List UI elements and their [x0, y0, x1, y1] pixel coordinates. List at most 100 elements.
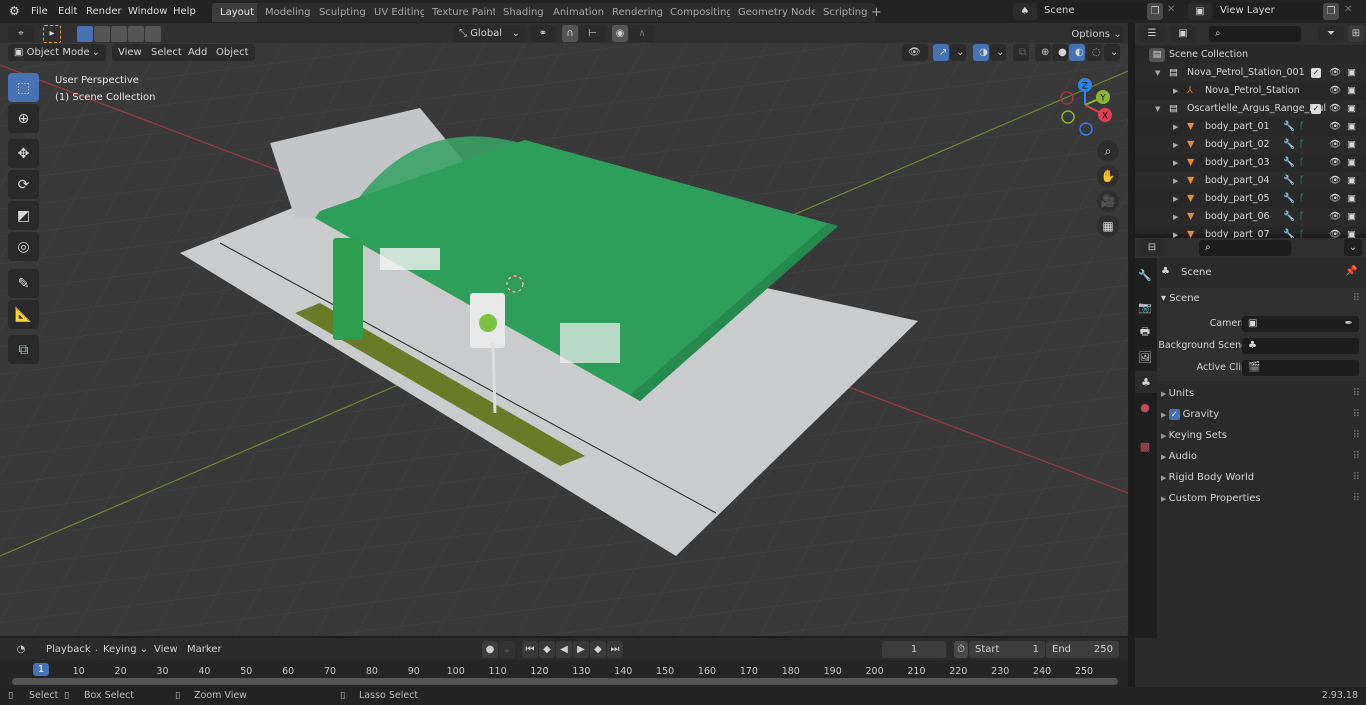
modifier-wrench-icon[interactable]: 🔧 — [1283, 208, 1295, 226]
tab-texture-paint[interactable]: Texture Paint — [424, 3, 505, 22]
tab-texture[interactable]: ▩ — [1135, 435, 1155, 457]
new-scene-icon[interactable]: ❐ — [1147, 3, 1163, 20]
menu-object[interactable]: Object — [210, 44, 255, 61]
eye-icon[interactable]: 👁 — [1329, 82, 1341, 100]
editor-type-icon[interactable]: ⌖ — [8, 25, 34, 42]
outliner-row[interactable]: ▶ ▼ body_part_04 🔧 ᚴ 👁 ▣ — [1135, 172, 1366, 190]
mode-dropdown[interactable]: ▣ Object Mode ⌄ — [8, 44, 106, 61]
overlays-dropdown[interactable]: ⌄ — [990, 44, 1006, 61]
camera-render-icon[interactable]: ▣ — [1347, 172, 1356, 190]
camera-render-icon[interactable]: ▣ — [1347, 82, 1356, 100]
tab-modeling[interactable]: Modeling — [257, 3, 319, 22]
jump-end-icon[interactable]: ⏭ — [607, 641, 623, 658]
camera-render-icon[interactable]: ▣ — [1347, 118, 1356, 136]
properties-editor-type-icon[interactable]: ⊟ — [1139, 239, 1165, 256]
eye-icon[interactable]: 👁 — [1329, 100, 1341, 118]
vertex-group-icon[interactable]: ᚴ — [1299, 136, 1305, 154]
3d-viewport[interactable]: User Perspective (1) Scene Collection ⬚ … — [0, 43, 1128, 636]
tool-scale[interactable]: ◩ — [8, 201, 39, 230]
snap-toggle-icon[interactable]: ∩ — [562, 25, 578, 42]
delete-scene-icon[interactable]: ✕ — [1167, 4, 1175, 15]
start-frame-field[interactable]: Start 1 — [969, 641, 1045, 658]
tool-move[interactable]: ✥ — [8, 139, 39, 168]
panel-gravity[interactable]: ▶ ✓ Gravity ⠿ — [1161, 405, 1366, 425]
gravity-checkbox[interactable]: ✓ — [1168, 409, 1180, 420]
eye-icon[interactable]: 👁 — [1329, 118, 1341, 136]
blender-logo-icon[interactable]: ⚙ — [9, 4, 20, 18]
gizmo-dropdown[interactable]: ⌄ — [950, 44, 966, 61]
navigation-gizmo[interactable]: Z Y X — [1055, 73, 1115, 137]
outliner-root[interactable]: ▤ Scene Collection — [1135, 46, 1366, 64]
scene-panel-header[interactable]: ▾ Scene ⠿ — [1161, 289, 1366, 309]
outliner-row[interactable]: ▼ ▤ Nova_Petrol_Station_001 ✓ 👁 ▣ — [1135, 64, 1366, 82]
material-shading-icon[interactable]: ◐ — [1069, 44, 1085, 61]
tab-tool[interactable]: 🔧 — [1135, 264, 1155, 286]
select-mode-intersect-icon[interactable] — [145, 26, 161, 42]
new-collection-icon[interactable]: ⊞ — [1348, 25, 1364, 42]
camera-render-icon[interactable]: ▣ — [1347, 190, 1356, 208]
eye-icon[interactable]: 👁 — [1329, 172, 1341, 190]
camera-render-icon[interactable]: ▣ — [1347, 64, 1356, 82]
tab-animation[interactable]: Animation — [545, 3, 612, 22]
display-mode-dropdown[interactable]: ▣ — [1170, 25, 1196, 42]
panel-rigid-body-world[interactable]: ▶ Rigid Body World ⠿ — [1161, 468, 1366, 488]
view-layer-name-field[interactable]: View Layer — [1214, 3, 1322, 19]
tab-shading[interactable]: Shading — [495, 3, 552, 22]
eye-icon[interactable]: 👁 — [1329, 136, 1341, 154]
eye-icon[interactable]: 👁 — [1329, 154, 1341, 172]
tool-measure[interactable]: 📐 — [8, 300, 39, 329]
timeline-scrollbar[interactable] — [12, 678, 1118, 685]
eye-icon[interactable]: 👁 — [1329, 208, 1341, 226]
drag-handle-icon[interactable]: ⠿ — [1353, 489, 1360, 509]
select-tool-icon[interactable]: ▸ — [43, 25, 61, 43]
drag-handle-icon[interactable]: ⠿ — [1353, 405, 1360, 425]
camera-field[interactable]: ▣ ✒ — [1242, 316, 1359, 332]
ortho-toggle-button[interactable]: ▦ — [1097, 215, 1119, 237]
vertex-group-icon[interactable]: ᚴ — [1299, 172, 1305, 190]
filter-dropdown[interactable]: ⏷ — [1318, 25, 1344, 42]
pan-view-button[interactable]: ✋ — [1097, 165, 1119, 187]
jump-start-icon[interactable]: ⏮ — [522, 641, 538, 658]
prev-keyframe-icon[interactable]: ◆ — [539, 641, 555, 658]
menu-edit[interactable]: Edit — [53, 3, 82, 20]
panel-keying-sets[interactable]: ▶ Keying Sets ⠿ — [1161, 426, 1366, 446]
properties-search-input[interactable]: ⌕ — [1199, 240, 1291, 256]
camera-render-icon[interactable]: ▣ — [1347, 208, 1356, 226]
disclosure-triangle-icon[interactable]: ▼ — [1155, 64, 1160, 82]
next-keyframe-icon[interactable]: ◆ — [590, 641, 606, 658]
modifier-wrench-icon[interactable]: 🔧 — [1283, 118, 1295, 136]
drag-handle-icon[interactable]: ⠿ — [1353, 468, 1360, 488]
gizmo-toggle-icon[interactable]: ↗ — [933, 44, 949, 61]
play-icon[interactable]: ▶ — [573, 641, 589, 658]
panel-custom-properties[interactable]: ▶ Custom Properties ⠿ — [1161, 489, 1366, 509]
outliner-row[interactable]: ▶ ▼ body_part_01 🔧 ᚴ 👁 ▣ — [1135, 118, 1366, 136]
zoom-view-button[interactable]: ⌕ — [1097, 140, 1119, 162]
options-dropdown[interactable]: Options ⌄ — [1070, 26, 1123, 43]
disclosure-triangle-icon[interactable]: ▼ — [1155, 100, 1160, 118]
drag-handle-icon[interactable]: ⠿ — [1353, 447, 1360, 467]
solid-shading-icon[interactable]: ● — [1052, 44, 1068, 61]
keying-options-dropdown[interactable]: ⌄ — [499, 641, 515, 658]
menu-timeline-view[interactable]: View — [148, 641, 184, 658]
playhead-frame[interactable]: 1 — [32, 663, 50, 676]
disclosure-triangle-icon[interactable]: ▶ — [1173, 154, 1178, 172]
play-reverse-icon[interactable]: ◀ — [556, 641, 572, 658]
select-mode-invert-icon[interactable] — [128, 26, 144, 42]
disclosure-triangle-icon[interactable]: ▶ — [1173, 208, 1178, 226]
tool-annotate[interactable]: ✎ — [8, 269, 39, 298]
outliner-search-input[interactable]: ⌕ — [1209, 26, 1301, 42]
camera-render-icon[interactable]: ▣ — [1347, 100, 1356, 118]
auto-keying-icon[interactable]: ● — [482, 641, 498, 658]
outliner-editor-type-icon[interactable]: ☰ — [1139, 25, 1165, 42]
eye-icon[interactable]: 👁 — [1329, 64, 1341, 82]
disclosure-triangle-icon[interactable]: ▶ — [1173, 118, 1178, 136]
end-frame-field[interactable]: End 250 — [1046, 641, 1119, 658]
select-mode-extend-icon[interactable] — [94, 26, 110, 42]
vertex-group-icon[interactable]: ᚴ — [1299, 154, 1305, 172]
tool-transform[interactable]: ◎ — [8, 232, 39, 261]
tool-add-cube[interactable]: ⧉ — [8, 335, 39, 364]
new-view-layer-icon[interactable]: ❐ — [1323, 3, 1339, 20]
scene-name-field[interactable]: Scene — [1038, 3, 1146, 19]
tool-cursor[interactable]: ⊕ — [8, 104, 39, 133]
outliner-row[interactable]: ▶ ⅄ Nova_Petrol_Station 👁 ▣ — [1135, 82, 1366, 100]
